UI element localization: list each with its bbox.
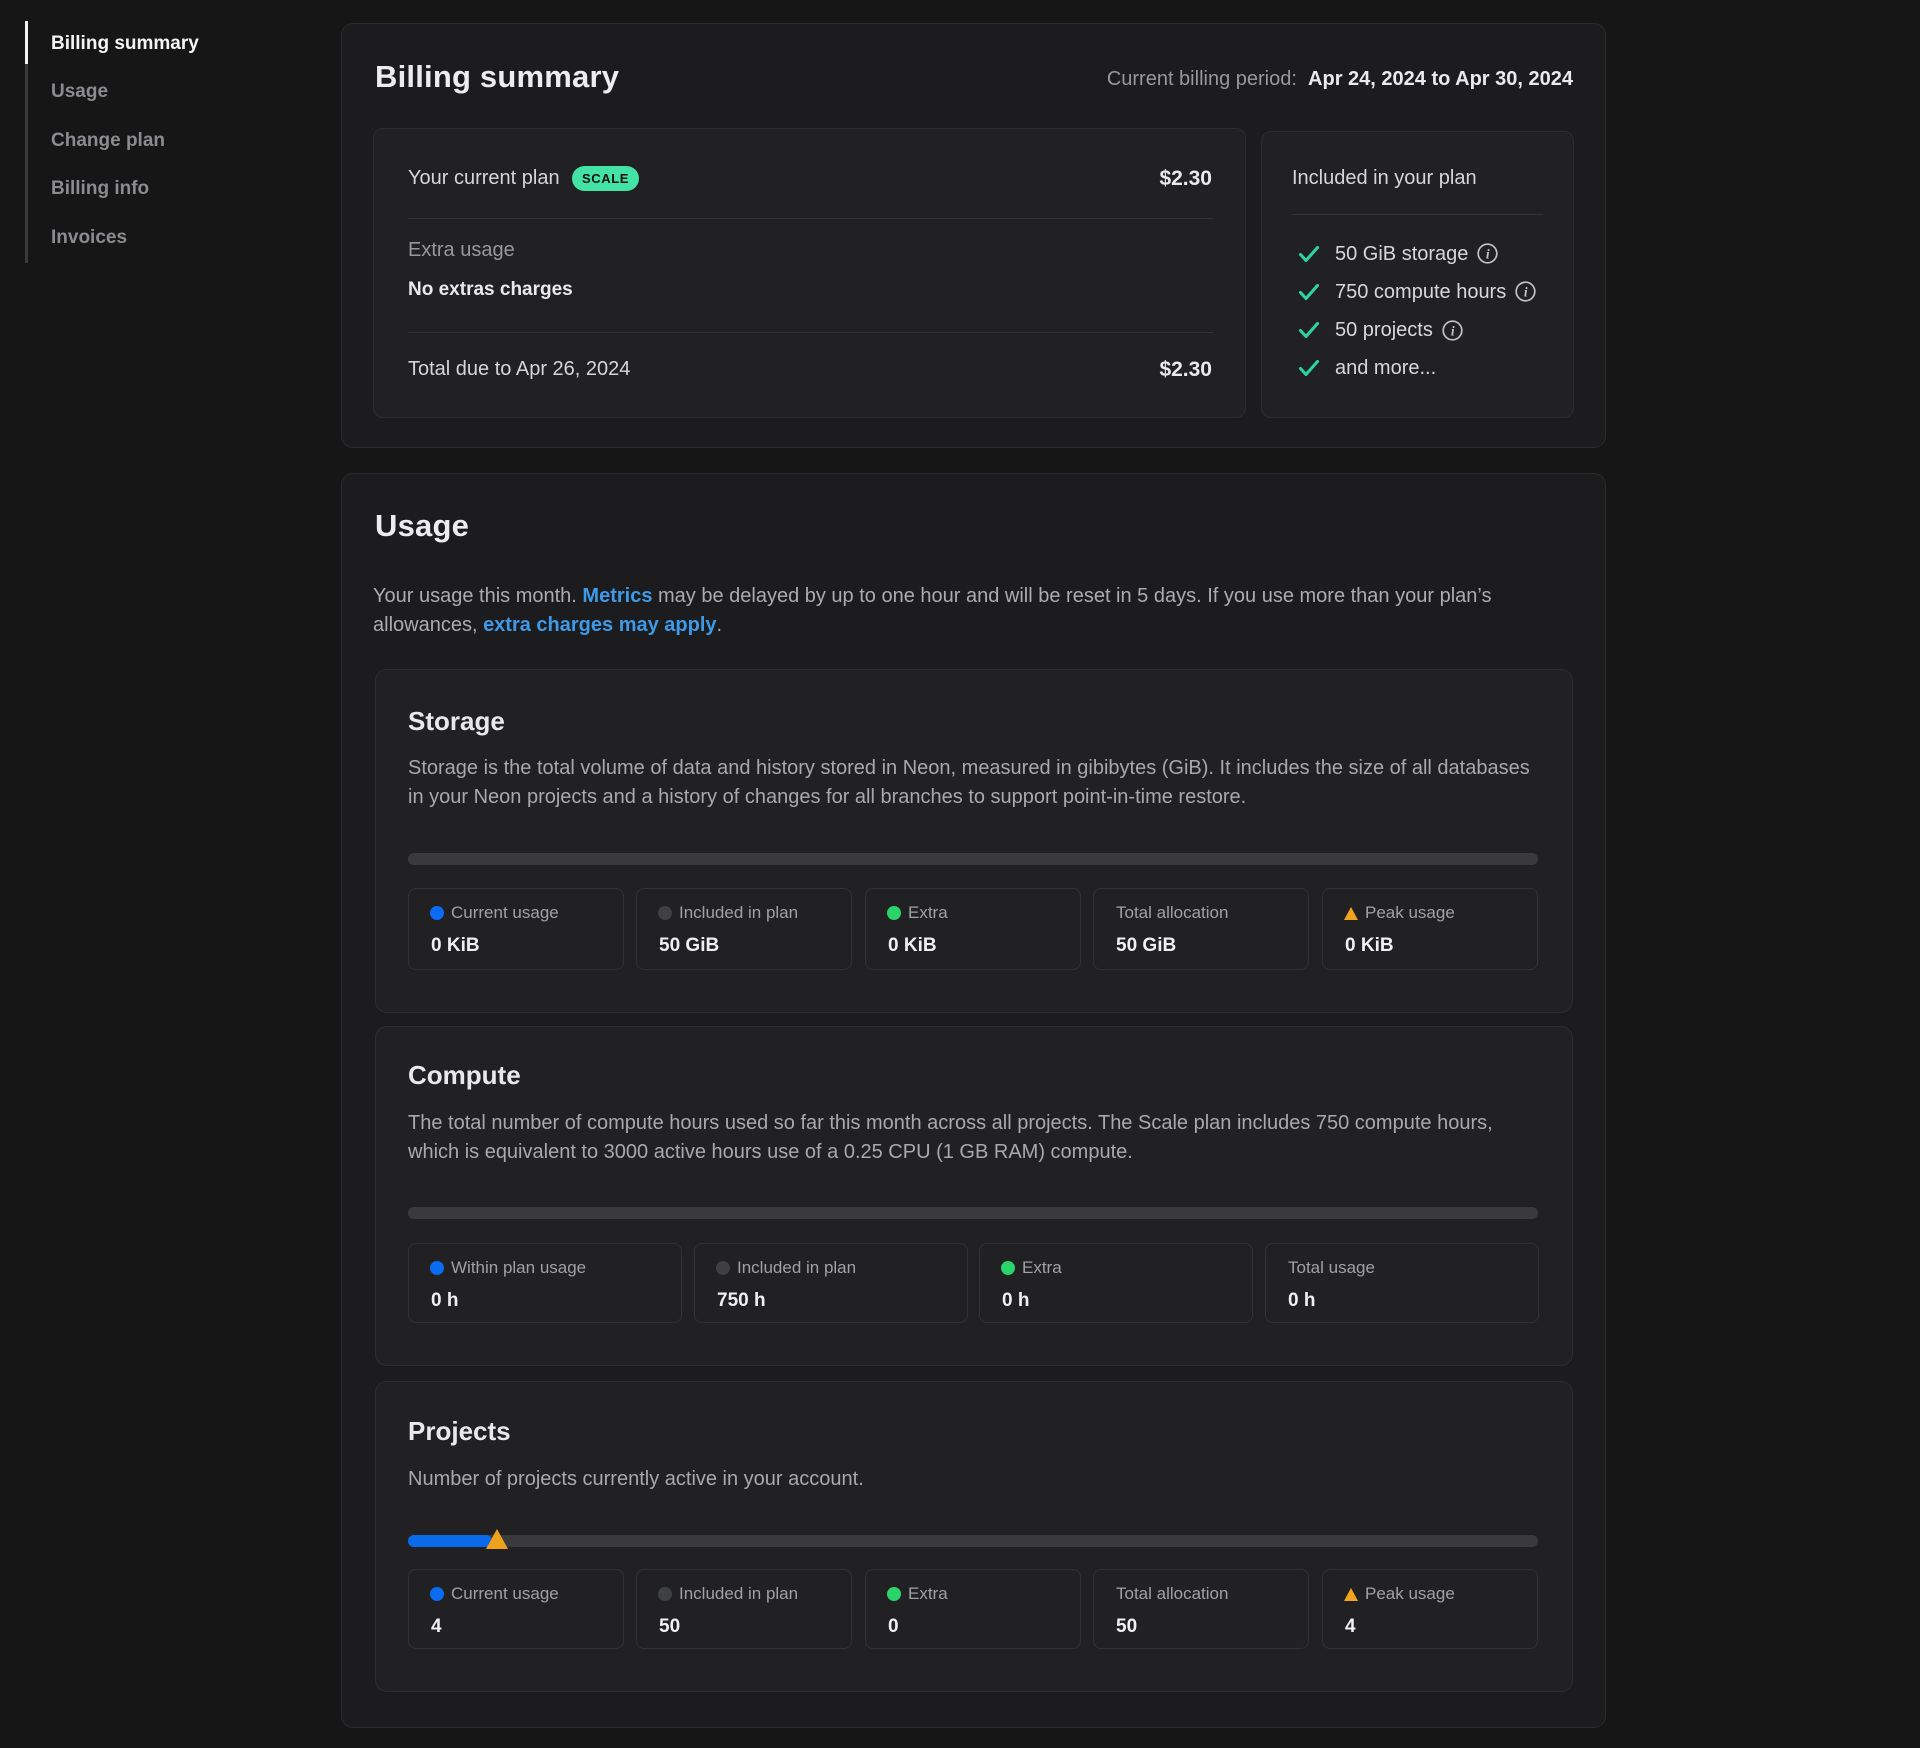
svg-text:i: i	[1451, 323, 1455, 338]
svg-text:i: i	[1486, 246, 1490, 261]
svg-text:i: i	[1524, 284, 1528, 299]
